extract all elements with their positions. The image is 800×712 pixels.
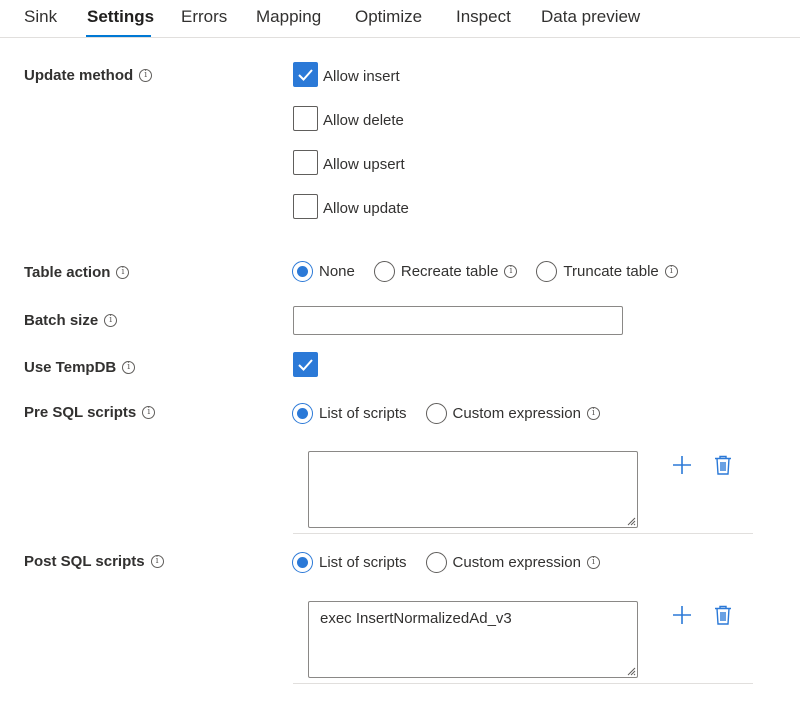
plus-icon[interactable]	[670, 453, 694, 477]
plus-icon[interactable]	[670, 603, 694, 627]
radio-truncate-table-label: Truncate table	[563, 263, 659, 280]
post-sql-text: Post SQL scripts	[24, 553, 145, 570]
info-icon[interactable]: i	[586, 407, 600, 420]
batch-size-input[interactable]	[293, 306, 623, 335]
radio-none-label: None	[319, 263, 355, 280]
use-tempdb-text: Use TempDB	[24, 359, 117, 376]
allow-insert-label: Allow insert	[323, 68, 400, 85]
tab-optimize[interactable]: Optimize	[355, 7, 422, 27]
table-action-label: Table action i	[24, 264, 130, 281]
option-none[interactable]: None	[292, 261, 355, 282]
table-action-text: Table action	[24, 264, 111, 281]
radio-recreate-table[interactable]	[373, 261, 395, 282]
trash-icon[interactable]	[711, 453, 735, 477]
checkmark-icon	[298, 359, 313, 371]
radio-pre-list-of-scripts[interactable]	[292, 403, 313, 424]
info-icon[interactable]: i	[116, 266, 130, 279]
info-icon[interactable]: i	[104, 314, 118, 327]
post-sql-radio-group: List of scripts Custom expression i	[292, 552, 600, 573]
batch-size-text: Batch size	[24, 312, 99, 329]
option-post-custom-expression[interactable]: Custom expression i	[425, 552, 600, 573]
radio-truncate-table[interactable]	[536, 261, 558, 282]
info-icon[interactable]: i	[139, 69, 153, 82]
allow-update-checkbox[interactable]	[293, 194, 318, 219]
option-post-list-of-scripts[interactable]: List of scripts	[292, 552, 407, 573]
pre-sql-divider	[293, 533, 753, 534]
radio-pre-custom-expression[interactable]	[425, 403, 447, 424]
pre-sql-script-textarea[interactable]	[308, 451, 638, 528]
resize-grip-icon[interactable]	[626, 516, 636, 526]
radio-post-custom-label: Custom expression	[452, 554, 581, 571]
checkmark-icon	[298, 69, 313, 81]
radio-post-list-label: List of scripts	[319, 554, 407, 571]
pre-sql-radio-group: List of scripts Custom expression i	[292, 403, 600, 424]
option-truncate-table[interactable]: Truncate table i	[536, 261, 678, 282]
post-sql-script-text: exec InsertNormalizedAd_v3	[320, 610, 512, 627]
post-sql-label: Post SQL scripts i	[24, 553, 164, 570]
info-icon[interactable]: i	[150, 555, 164, 568]
use-tempdb-label: Use TempDB i	[24, 359, 136, 376]
radio-post-list-of-scripts[interactable]	[292, 552, 313, 573]
active-tab-indicator	[86, 35, 151, 37]
post-sql-divider	[293, 683, 753, 684]
allow-upsert-checkbox[interactable]	[293, 150, 318, 175]
resize-grip-icon[interactable]	[626, 666, 636, 676]
tab-inspect[interactable]: Inspect	[456, 7, 511, 27]
trash-icon[interactable]	[711, 603, 735, 627]
radio-post-custom-expression[interactable]	[425, 552, 447, 573]
info-icon[interactable]: i	[586, 556, 600, 569]
radio-pre-custom-label: Custom expression	[452, 405, 581, 422]
allow-delete-label: Allow delete	[323, 112, 404, 129]
radio-none[interactable]	[292, 261, 313, 282]
allow-delete-checkbox[interactable]	[293, 106, 318, 131]
tab-settings[interactable]: Settings	[87, 7, 154, 27]
radio-pre-list-label: List of scripts	[319, 405, 407, 422]
info-icon[interactable]: i	[504, 265, 518, 278]
table-action-radio-group: None Recreate table i Truncate table i	[292, 261, 678, 282]
update-method-label: Update method i	[24, 67, 153, 84]
use-tempdb-checkbox[interactable]	[293, 352, 318, 377]
tab-mapping[interactable]: Mapping	[256, 7, 321, 27]
option-pre-custom-expression[interactable]: Custom expression i	[425, 403, 600, 424]
update-method-text: Update method	[24, 67, 134, 84]
allow-update-label: Allow update	[323, 200, 409, 217]
tab-sink[interactable]: Sink	[24, 7, 57, 27]
info-icon[interactable]: i	[142, 406, 156, 419]
tab-bar: Sink Settings Errors Mapping Optimize In…	[0, 0, 800, 38]
info-icon[interactable]: i	[664, 265, 678, 278]
batch-size-label: Batch size i	[24, 312, 118, 329]
option-pre-list-of-scripts[interactable]: List of scripts	[292, 403, 407, 424]
post-sql-script-textarea[interactable]: exec InsertNormalizedAd_v3	[308, 601, 638, 678]
tab-data-preview[interactable]: Data preview	[541, 7, 640, 27]
tab-errors[interactable]: Errors	[181, 7, 227, 27]
radio-recreate-table-label: Recreate table	[400, 263, 499, 280]
pre-sql-text: Pre SQL scripts	[24, 404, 137, 421]
allow-upsert-label: Allow upsert	[323, 156, 405, 173]
info-icon[interactable]: i	[122, 361, 136, 374]
allow-insert-checkbox[interactable]	[293, 62, 318, 87]
pre-sql-label: Pre SQL scripts i	[24, 404, 156, 421]
option-recreate-table[interactable]: Recreate table i	[373, 261, 518, 282]
